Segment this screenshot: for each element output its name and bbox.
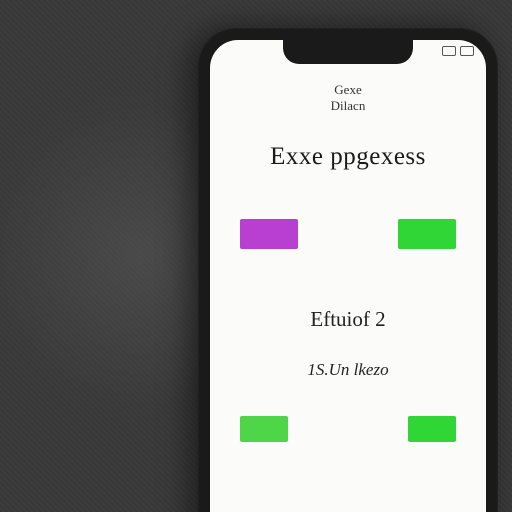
brand-line1: Gexe [210, 82, 486, 98]
category-block-green[interactable] [398, 219, 456, 249]
page-title: Exxe ppgexess [210, 143, 486, 171]
category-block-green-2[interactable] [240, 416, 288, 442]
battery-icon [460, 46, 474, 56]
phone-screen: Gexe Dilacn Exxe ppgexess Eftuiof 2 1S.U… [210, 40, 486, 512]
section-label: Eftuiof 2 [210, 307, 486, 332]
category-block-green-3[interactable] [408, 416, 456, 442]
block-row-1 [210, 219, 486, 249]
brand-label: Gexe Dilacn [210, 82, 486, 113]
signal-icon [442, 46, 456, 56]
block-row-2 [210, 416, 486, 442]
phone-notch [283, 40, 413, 64]
status-bar [442, 46, 474, 56]
detail-text: 1S.Un lkezo [210, 360, 486, 380]
category-block-purple[interactable] [240, 219, 298, 249]
phone-frame: Gexe Dilacn Exxe ppgexess Eftuiof 2 1S.U… [198, 28, 498, 512]
brand-line2: Dilacn [210, 98, 486, 114]
screen-content: Gexe Dilacn Exxe ppgexess Eftuiof 2 1S.U… [210, 40, 486, 442]
